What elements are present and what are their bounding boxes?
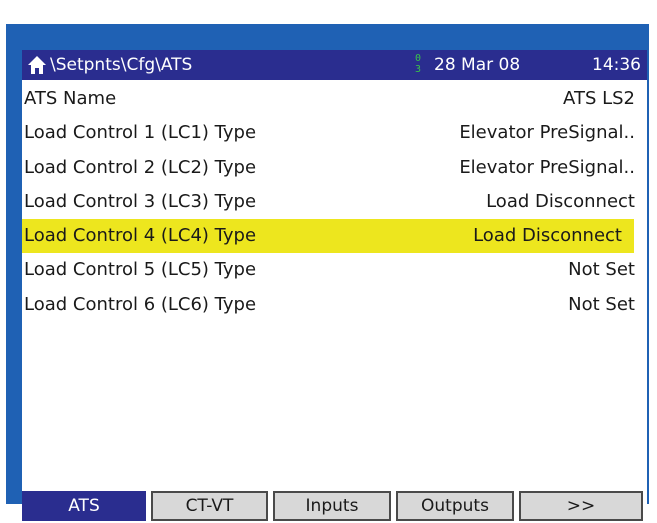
setpoint-value: Elevator PreSignal.. — [459, 122, 635, 144]
setpoint-value: ATS LS2 — [563, 88, 635, 109]
setpoint-label: Load Control 3 (LC3) Type — [24, 190, 257, 212]
setpoint-value: Elevator PreSignal.. — [459, 156, 635, 178]
setpoint-value: Load Disconnect — [473, 225, 622, 247]
softkey-outputs[interactable]: Outputs — [396, 491, 514, 521]
setpoint-label: Load Control 6 (LC6) Type — [24, 293, 257, 315]
setpoint-row-lc1-type[interactable]: Load Control 1 (LC1) Type Elevator PreSi… — [22, 116, 647, 150]
device-bezel: \Setpnts\Cfg\ATS 03 28 Mar 08 14:36 ATS … — [6, 24, 649, 523]
setpoint-row-lc4-type[interactable]: Load Control 4 (LC4) Type Load Disconnec… — [22, 219, 634, 254]
softkey-more[interactable]: >> — [519, 491, 643, 521]
softkey-ats[interactable]: ATS — [22, 491, 146, 521]
softkey-ct-vt[interactable]: CT-VT — [151, 491, 268, 521]
setpoint-list: ATS Name ATS LS2 Load Control 1 (LC1) Ty… — [22, 82, 647, 322]
title-bar: \Setpnts\Cfg\ATS 03 28 Mar 08 14:36 — [22, 50, 647, 80]
setpoint-row-lc3-type[interactable]: Load Control 3 (LC3) Type Load Disconnec… — [22, 185, 647, 219]
date-display: 28 Mar 08 — [434, 55, 521, 75]
home-icon[interactable] — [27, 55, 47, 75]
setpoint-label: Load Control 1 (LC1) Type — [24, 122, 257, 144]
setpoint-row-lc5-type[interactable]: Load Control 5 (LC5) Type Not Set — [22, 253, 647, 287]
softkey-bar: ATS CT-VT Inputs Outputs >> — [22, 490, 647, 523]
setpoint-value: Not Set — [568, 293, 635, 315]
softkey-inputs[interactable]: Inputs — [273, 491, 391, 521]
setpoint-label: Load Control 5 (LC5) Type — [24, 259, 257, 281]
display-screen: \Setpnts\Cfg\ATS 03 28 Mar 08 14:36 ATS … — [22, 50, 647, 523]
setpoint-label: Load Control 2 (LC2) Type — [24, 156, 257, 178]
setpoint-value: Load Disconnect — [486, 190, 635, 212]
setpoint-label: ATS Name — [24, 88, 117, 109]
breadcrumb-path: \Setpnts\Cfg\ATS — [50, 55, 193, 75]
setpoint-row-lc2-type[interactable]: Load Control 2 (LC2) Type Elevator PreSi… — [22, 151, 647, 185]
setpoint-value: Not Set — [568, 259, 635, 281]
setpoint-row-lc6-type[interactable]: Load Control 6 (LC6) Type Not Set — [22, 288, 647, 322]
setpoint-label: Load Control 4 (LC4) Type — [24, 225, 257, 247]
time-display: 14:36 — [592, 55, 641, 75]
key-icon: 03 — [414, 53, 422, 75]
setpoint-row-ats-name[interactable]: ATS Name ATS LS2 — [22, 82, 647, 116]
